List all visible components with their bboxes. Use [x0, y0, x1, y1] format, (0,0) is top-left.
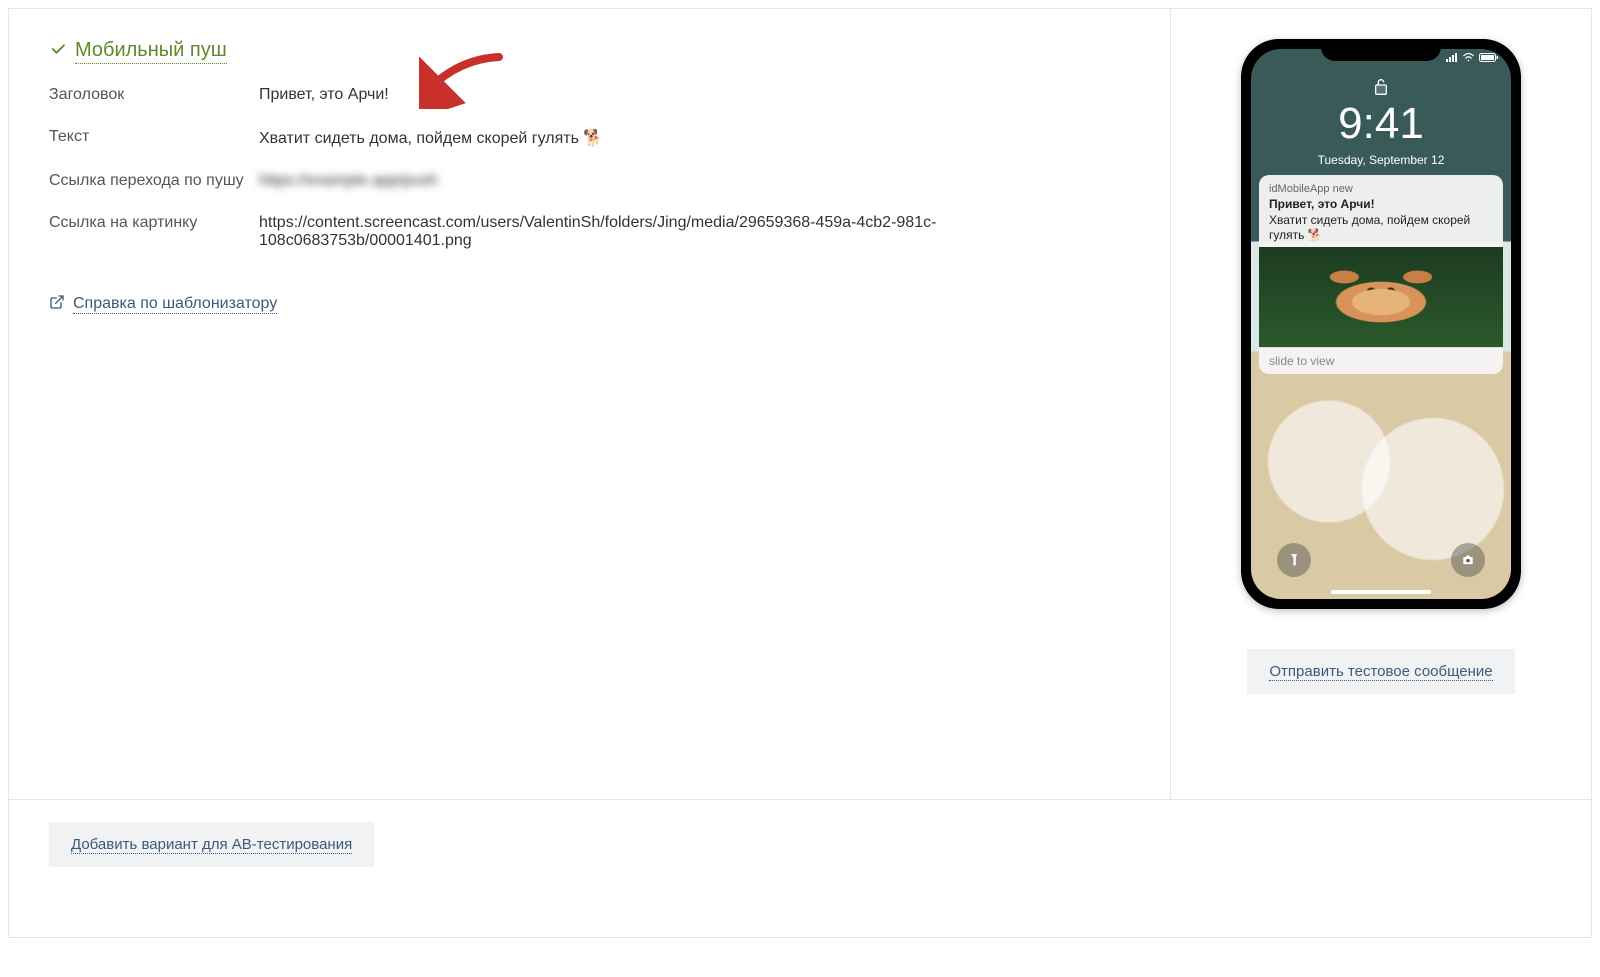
push-notification[interactable]: idMobileApp new Привет, это Арчи! Хватит… [1259, 175, 1503, 374]
field-value-title: Привет, это Арчи! [259, 86, 1130, 104]
check-icon [49, 40, 67, 63]
field-label-text: Текст [49, 128, 259, 146]
field-label-link: Ссылка перехода по пушу [49, 172, 259, 190]
battery-icon [1479, 53, 1499, 62]
wifi-icon [1462, 53, 1475, 62]
preview-panel: 9:41 Tuesday, September 12 idMobileApp n… [1171, 9, 1591, 799]
notif-app-name: idMobileApp new [1269, 183, 1493, 195]
phone-screen: 9:41 Tuesday, September 12 idMobileApp n… [1251, 49, 1511, 599]
lockscreen-date: Tuesday, September 12 [1251, 153, 1511, 167]
phone-mockup: 9:41 Tuesday, September 12 idMobileApp n… [1241, 39, 1521, 609]
add-ab-variant-button[interactable]: Добавить вариант для AB-тестирования [49, 822, 374, 867]
external-link-icon [49, 294, 65, 315]
notif-text: Хватит сидеть дома, пойдем скорей гулять… [1269, 213, 1493, 243]
send-test-button[interactable]: Отправить тестовое сообщение [1247, 649, 1514, 694]
notif-slide-hint: slide to view [1259, 347, 1503, 374]
home-indicator [1331, 590, 1431, 594]
status-bar [1446, 53, 1499, 62]
footer: Добавить вариант для AB-тестирования [9, 799, 1591, 889]
push-settings-panel: Мобильный пуш Заголовок Привет, это Арчи… [9, 9, 1171, 799]
flashlight-icon[interactable] [1277, 543, 1311, 577]
field-value-text: Хватит сидеть дома, пойдем скорей гулять… [259, 128, 1130, 148]
lockscreen-time: 9:41 [1251, 99, 1511, 149]
notif-image [1259, 247, 1503, 347]
templating-help-link[interactable]: Справка по шаблонизатору [73, 295, 277, 314]
signal-icon [1446, 53, 1458, 62]
field-value-link: https://example.app/push [259, 172, 1130, 190]
section-header: Мобильный пуш [49, 39, 1130, 64]
phone-notch [1321, 39, 1441, 61]
section-title[interactable]: Мобильный пуш [75, 39, 227, 64]
camera-icon[interactable] [1451, 543, 1485, 577]
notif-title: Привет, это Арчи! [1269, 197, 1493, 211]
field-label-title: Заголовок [49, 86, 259, 104]
field-label-image: Ссылка на картинку [49, 214, 259, 232]
field-value-image: https://content.screencast.com/users/Val… [259, 214, 1130, 250]
